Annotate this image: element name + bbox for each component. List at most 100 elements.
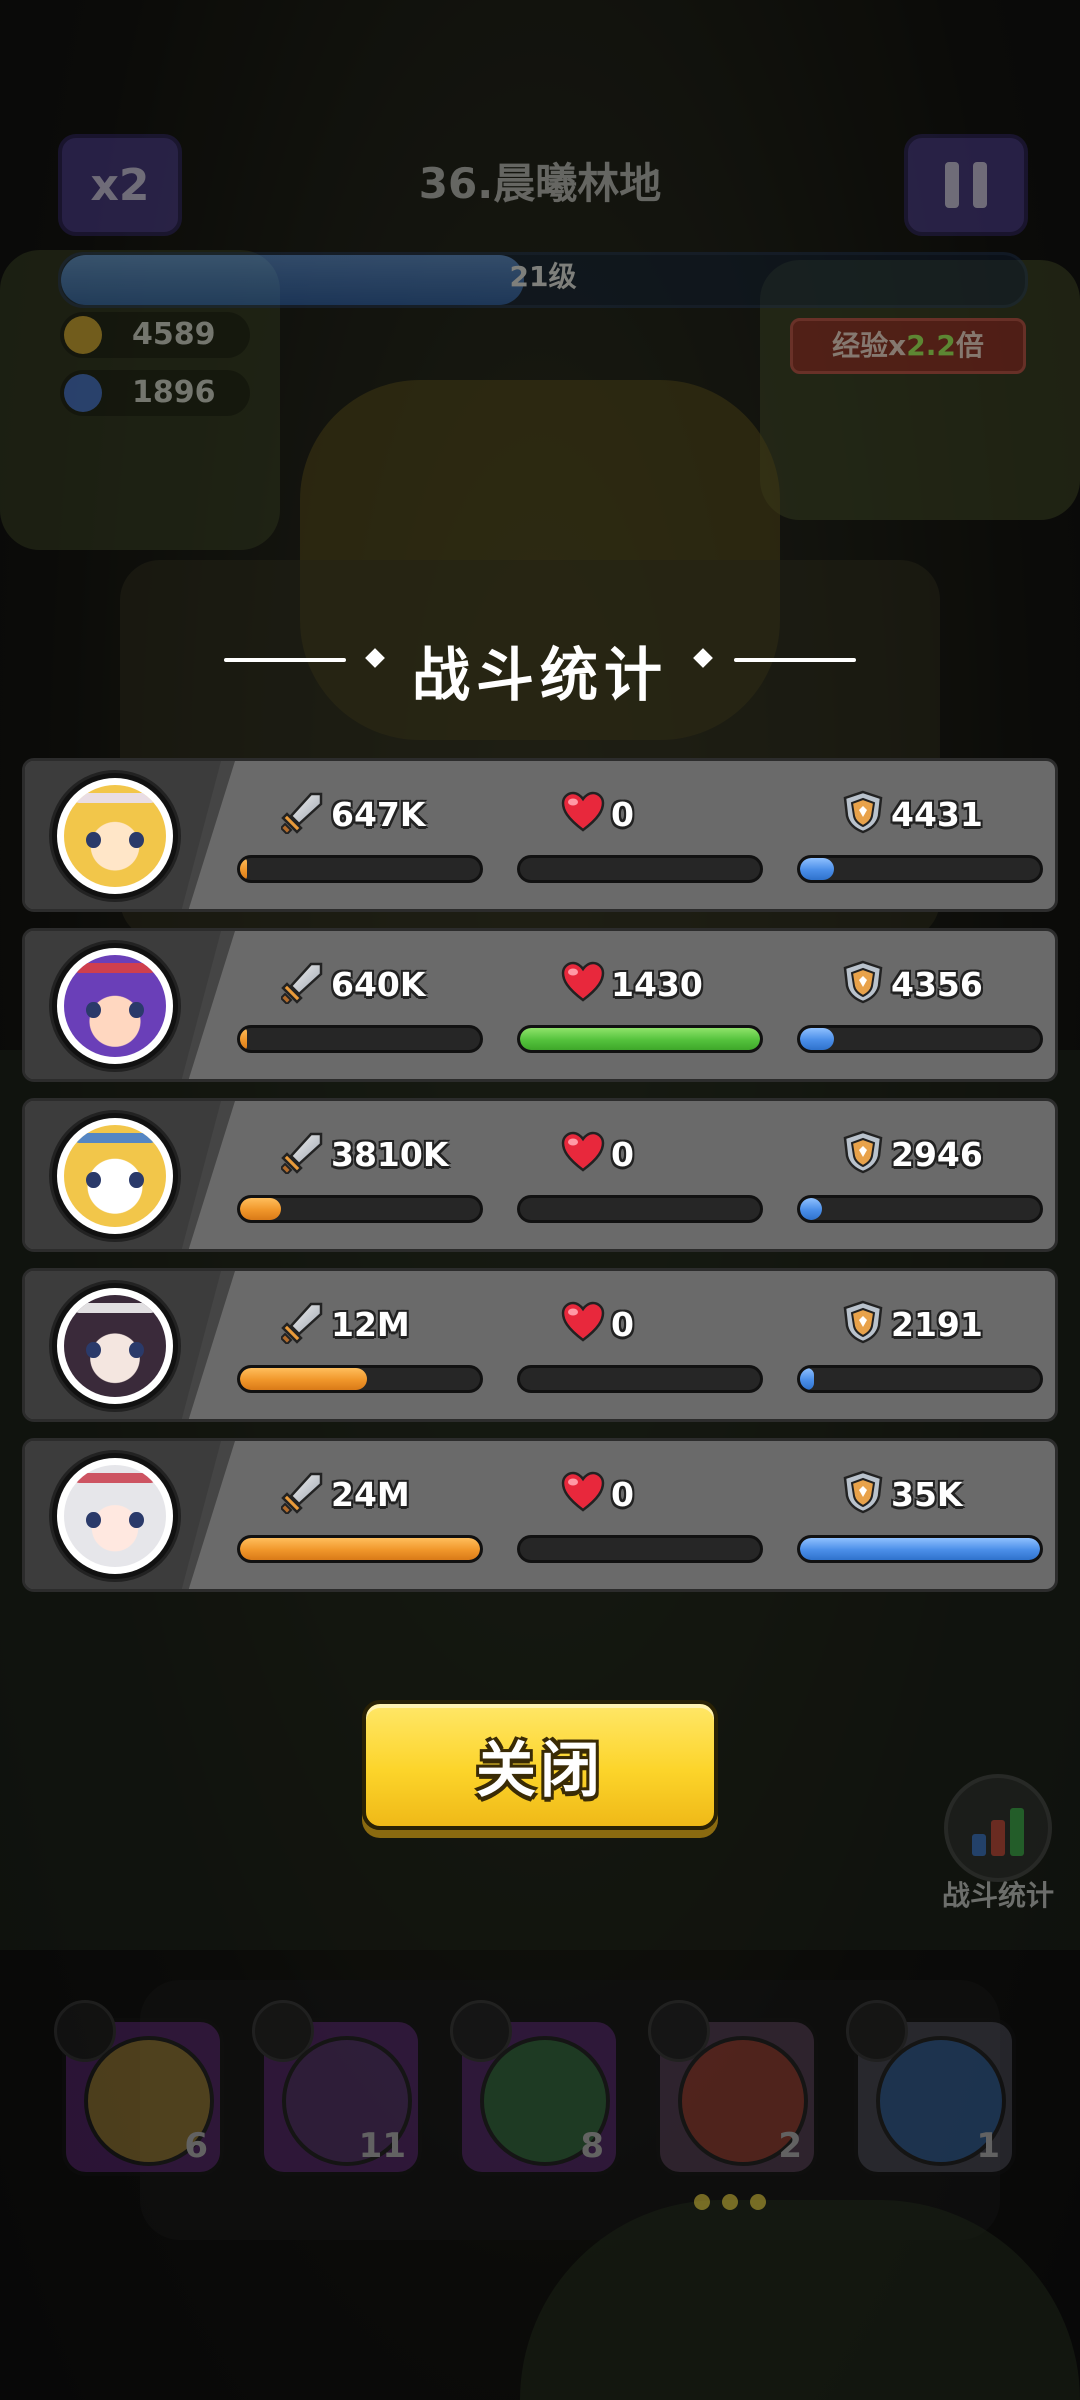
sword-icon [279, 1470, 331, 1518]
damage-bar-fill [240, 858, 248, 880]
gem-counter: 1896 [60, 370, 250, 416]
damage-bar [237, 855, 483, 883]
heal-bar [517, 1535, 763, 1563]
page-dot [694, 2194, 710, 2210]
skill-count: 2 [778, 2126, 802, 2166]
tank-bar [797, 1195, 1043, 1223]
skill-slot[interactable]: 2 [648, 2000, 818, 2176]
tank-bar [797, 1365, 1043, 1393]
tank-bar-fill [800, 858, 834, 880]
shield-icon [841, 960, 891, 1008]
tank-stat: 4431 [841, 790, 983, 837]
heal-stat: 0 [561, 1471, 634, 1517]
heal-value: 0 [611, 794, 634, 834]
tank-bar [797, 855, 1043, 883]
damage-bar-fill [240, 1198, 281, 1220]
shield-icon [841, 1470, 891, 1518]
heal-bar [517, 1195, 763, 1223]
damage-stat: 24M [279, 1470, 410, 1518]
tank-bar-fill [800, 1198, 822, 1220]
tank-value: 4356 [891, 964, 983, 1004]
pause-icon-bar [973, 162, 987, 208]
damage-bar [237, 1195, 483, 1223]
tank-stat: 2946 [841, 1130, 983, 1177]
speed-label: x2 [90, 159, 150, 211]
heal-value: 0 [611, 1474, 634, 1514]
skill-slot[interactable]: 1 [846, 2000, 1016, 2176]
damage-bar-fill [240, 1028, 248, 1050]
hero-portrait [64, 955, 166, 1057]
heal-value: 0 [611, 1134, 634, 1174]
speed-toggle-button[interactable]: x2 [58, 134, 182, 236]
pause-button[interactable] [904, 134, 1028, 236]
heal-stat: 0 [561, 1131, 634, 1177]
hero-stats-row: 3810K 0 2946 [22, 1098, 1058, 1252]
gold-value: 4589 [132, 317, 216, 352]
heal-stat: 1430 [561, 961, 703, 1007]
close-button-label: 关闭 [476, 1735, 604, 1806]
damage-bar-fill [240, 1368, 368, 1390]
shield-icon [841, 1300, 891, 1348]
heal-stat: 0 [561, 1301, 634, 1347]
heal-value: 1430 [611, 964, 703, 1004]
tank-value: 2191 [891, 1304, 983, 1344]
damage-bar [237, 1365, 483, 1393]
page-dot [750, 2194, 766, 2210]
damage-value: 24M [331, 1474, 410, 1514]
heal-value: 0 [611, 1304, 634, 1344]
sword-icon [279, 1300, 331, 1348]
close-button[interactable]: 关闭 [362, 1700, 718, 1830]
damage-value: 647K [331, 794, 426, 834]
damage-bar-fill [240, 1538, 480, 1560]
gem-icon [64, 374, 102, 412]
tank-bar-fill [800, 1028, 834, 1050]
tank-value: 2946 [891, 1134, 983, 1174]
heart-icon [561, 1300, 611, 1348]
tank-value: 35K [891, 1474, 963, 1514]
heal-stat: 0 [561, 791, 634, 837]
hero-stats-row: 24M 0 35K [22, 1438, 1058, 1592]
hero-portrait [64, 785, 166, 887]
heart-icon [561, 790, 611, 838]
hero-portrait [64, 1465, 166, 1567]
level-title: 36.晨曦林地 [418, 159, 662, 208]
title-decoration-line-right [734, 658, 856, 662]
page-indicator [694, 2194, 766, 2210]
tank-value: 4431 [891, 794, 983, 834]
battle-stats-title: 战斗统计 [411, 641, 668, 709]
heart-icon [561, 1130, 611, 1178]
gem-value: 1896 [132, 375, 216, 410]
skill-slot[interactable]: 11 [252, 2000, 422, 2176]
hero-portrait [64, 1295, 166, 1397]
damage-stat: 12M [279, 1300, 410, 1348]
heal-bar [517, 1025, 763, 1053]
experience-bar: 21级 [58, 252, 1028, 308]
heart-icon [561, 1470, 611, 1518]
experience-level-label: 21级 [509, 260, 577, 293]
skill-slot[interactable]: 6 [54, 2000, 224, 2176]
hero-avatar [49, 1110, 181, 1242]
damage-stat: 3810K [279, 1131, 449, 1177]
damage-value: 3810K [331, 1134, 449, 1174]
exp-badge-multiplier: 2.2 [906, 329, 956, 362]
tank-bar [797, 1025, 1043, 1053]
exp-badge-suffix: 倍 [955, 329, 984, 362]
heal-bar [517, 855, 763, 883]
damage-bar [237, 1535, 483, 1563]
hero-avatar [49, 1450, 181, 1582]
hero-avatar [49, 1280, 181, 1412]
skill-slot[interactable]: 8 [450, 2000, 620, 2176]
page-dot [722, 2194, 738, 2210]
battle-stats-side-button[interactable]: 战斗统计 [936, 1774, 1060, 1914]
hero-stats-row: 640K 1430 4356 [22, 928, 1058, 1082]
hero-avatar [49, 940, 181, 1072]
bar-chart-icon [944, 1774, 1052, 1882]
coin-icon [64, 316, 102, 354]
pause-icon [945, 162, 959, 208]
skill-count: 1 [976, 2126, 1000, 2166]
hero-stats-row: 12M 0 2191 [22, 1268, 1058, 1422]
tank-stat: 35K [841, 1470, 963, 1518]
tank-stat: 2191 [841, 1300, 983, 1348]
hero-portrait [64, 1125, 166, 1227]
sword-icon [279, 790, 331, 838]
